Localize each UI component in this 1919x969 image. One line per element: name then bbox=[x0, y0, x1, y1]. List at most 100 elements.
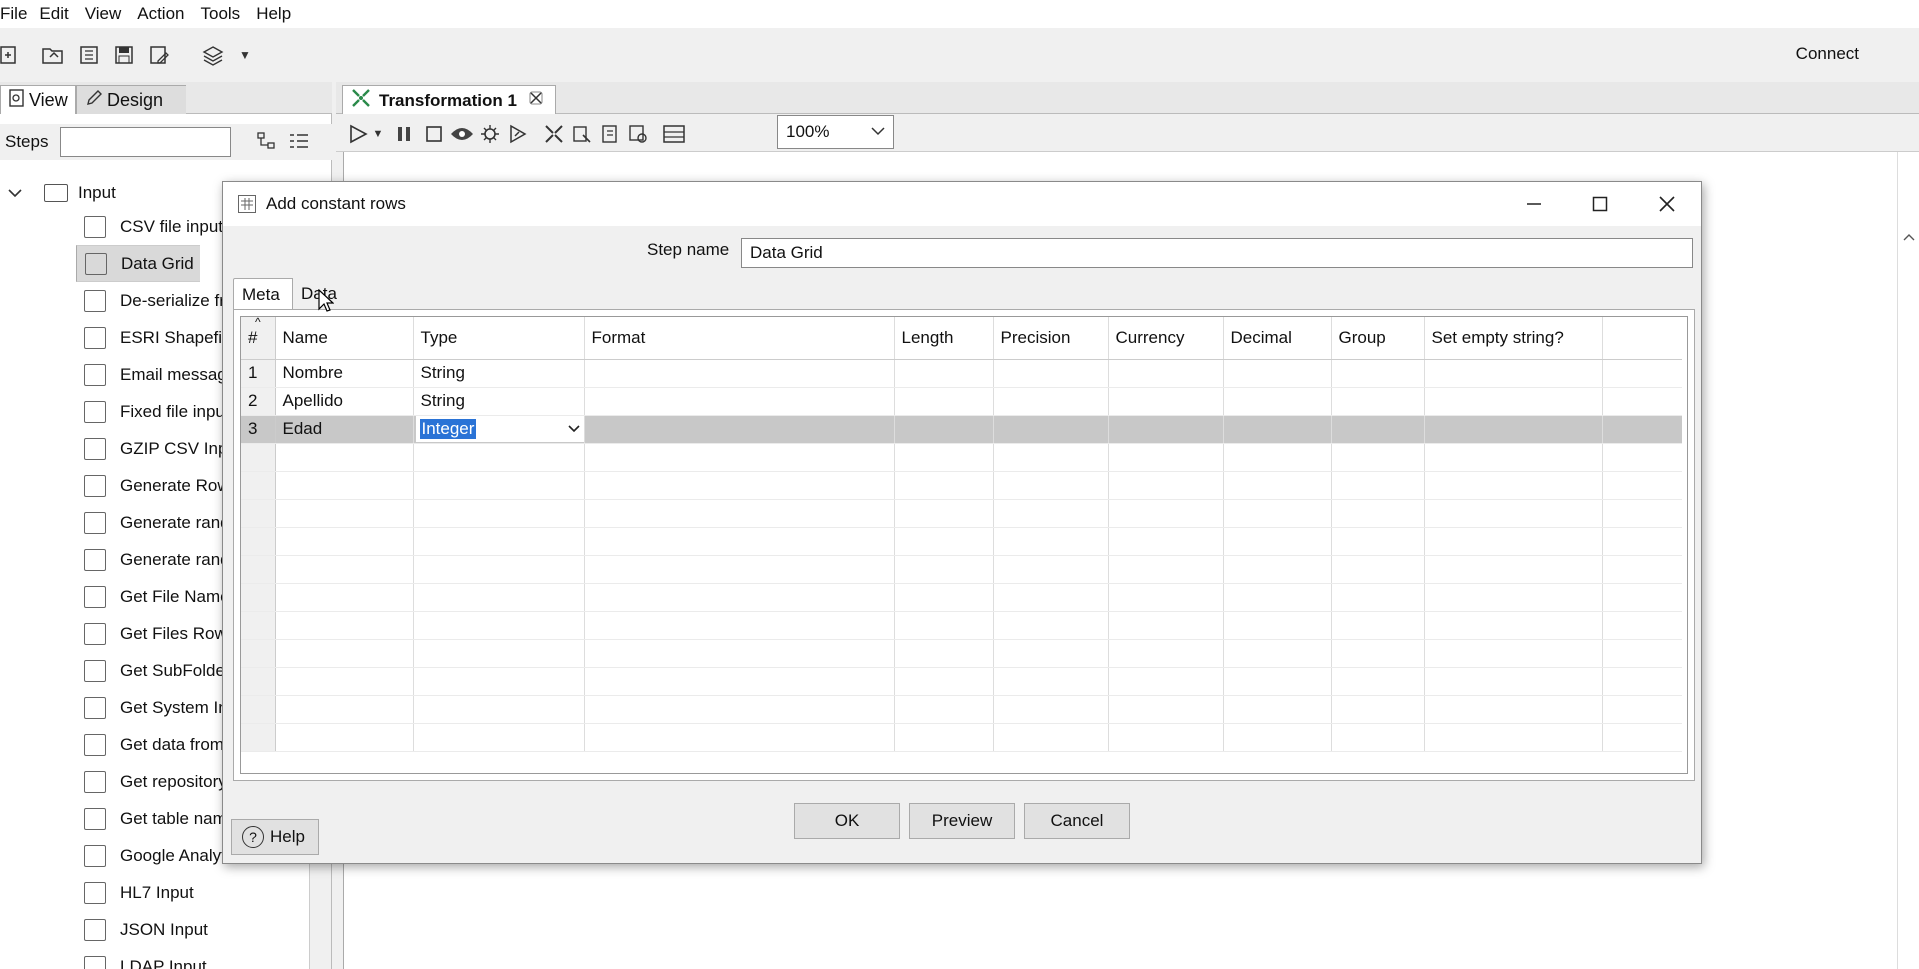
type-select[interactable]: Integer bbox=[415, 416, 584, 442]
field-cell[interactable] bbox=[894, 359, 994, 388]
minimize-icon[interactable] bbox=[1514, 190, 1554, 218]
field-cell[interactable] bbox=[1424, 359, 1603, 388]
field-cell[interactable] bbox=[1223, 611, 1332, 640]
row-number-cell[interactable] bbox=[241, 443, 276, 472]
field-cell[interactable] bbox=[584, 471, 895, 500]
pause-icon[interactable] bbox=[392, 122, 416, 146]
field-cell[interactable] bbox=[1223, 527, 1332, 556]
field-cell[interactable] bbox=[1331, 583, 1425, 612]
type-cell[interactable] bbox=[413, 555, 585, 584]
table-row[interactable] bbox=[241, 667, 1682, 696]
steps-search-input[interactable] bbox=[60, 127, 231, 157]
replay-icon[interactable] bbox=[506, 122, 530, 146]
column-header-currency[interactable]: Currency bbox=[1108, 317, 1224, 360]
step-item[interactable]: Google Analytics bbox=[0, 837, 222, 874]
field-cell[interactable] bbox=[584, 639, 895, 668]
field-cell[interactable] bbox=[1424, 583, 1603, 612]
field-cell[interactable] bbox=[1602, 723, 1682, 752]
row-number-cell[interactable] bbox=[241, 695, 276, 724]
field-cell[interactable] bbox=[584, 387, 895, 416]
row-number-cell[interactable] bbox=[241, 555, 276, 584]
step-name-input[interactable]: Data Grid bbox=[741, 238, 1693, 268]
table-row[interactable] bbox=[241, 555, 1682, 584]
field-cell[interactable] bbox=[584, 527, 895, 556]
step-item[interactable]: Get System Info bbox=[0, 689, 222, 726]
row-number-cell[interactable] bbox=[241, 723, 276, 752]
tab-meta[interactable]: Meta bbox=[233, 278, 293, 310]
name-cell[interactable] bbox=[275, 555, 414, 584]
type-cell[interactable] bbox=[413, 695, 585, 724]
step-item[interactable]: Get table names bbox=[0, 800, 222, 837]
field-cell[interactable] bbox=[1108, 695, 1224, 724]
column-header-group[interactable]: Group bbox=[1331, 317, 1425, 360]
field-cell[interactable] bbox=[1223, 443, 1332, 472]
field-cell[interactable] bbox=[1602, 359, 1682, 388]
table-row[interactable]: 3 Edad Integer bbox=[241, 415, 1682, 444]
field-cell[interactable] bbox=[894, 499, 994, 528]
menu-tools[interactable]: Tools bbox=[201, 4, 251, 24]
step-item[interactable]: Fixed file input bbox=[0, 393, 222, 430]
field-cell[interactable] bbox=[1602, 695, 1682, 724]
column-header-set-empty-string[interactable]: Set empty string? bbox=[1424, 317, 1603, 360]
row-number-cell[interactable] bbox=[241, 527, 276, 556]
field-cell[interactable] bbox=[1602, 415, 1682, 444]
field-cell[interactable] bbox=[894, 527, 994, 556]
field-cell[interactable] bbox=[1108, 471, 1224, 500]
scroll-up-icon[interactable] bbox=[1903, 230, 1915, 244]
verify-icon[interactable] bbox=[542, 122, 566, 146]
show-results-icon[interactable] bbox=[662, 122, 686, 146]
field-cell[interactable] bbox=[1223, 723, 1332, 752]
field-cell[interactable] bbox=[894, 583, 994, 612]
zoom-select[interactable]: 100% bbox=[777, 115, 894, 149]
row-number-cell[interactable] bbox=[241, 667, 276, 696]
field-cell[interactable] bbox=[894, 387, 994, 416]
close-icon[interactable] bbox=[1647, 190, 1687, 218]
type-cell[interactable] bbox=[413, 499, 585, 528]
field-cell[interactable] bbox=[1108, 527, 1224, 556]
step-item[interactable]: HL7 Input bbox=[0, 874, 222, 911]
name-cell[interactable] bbox=[275, 695, 414, 724]
open-folder-icon[interactable] bbox=[40, 42, 66, 68]
row-number-cell[interactable]: 2 bbox=[241, 387, 276, 416]
field-cell[interactable] bbox=[1331, 415, 1425, 444]
field-cell[interactable] bbox=[993, 415, 1109, 444]
field-cell[interactable] bbox=[1602, 611, 1682, 640]
field-cell[interactable] bbox=[584, 499, 895, 528]
field-cell[interactable] bbox=[1223, 471, 1332, 500]
field-cell[interactable] bbox=[894, 443, 994, 472]
table-row[interactable]: 1 Nombre String bbox=[241, 359, 1682, 388]
type-cell[interactable] bbox=[413, 527, 585, 556]
menu-edit[interactable]: Edit bbox=[39, 4, 78, 24]
field-cell[interactable] bbox=[1223, 583, 1332, 612]
name-cell[interactable]: Nombre bbox=[275, 359, 414, 388]
field-cell[interactable] bbox=[1223, 415, 1332, 444]
field-cell[interactable] bbox=[1223, 499, 1332, 528]
field-cell[interactable] bbox=[894, 667, 994, 696]
row-number-cell[interactable] bbox=[241, 471, 276, 500]
field-cell[interactable] bbox=[1108, 723, 1224, 752]
field-cell[interactable] bbox=[1424, 667, 1603, 696]
menu-action[interactable]: Action bbox=[137, 4, 194, 24]
field-cell[interactable] bbox=[993, 583, 1109, 612]
name-cell[interactable] bbox=[275, 471, 414, 500]
field-cell[interactable] bbox=[1602, 443, 1682, 472]
menu-file[interactable]: File bbox=[0, 4, 37, 24]
step-item[interactable]: De-serialize from file bbox=[0, 282, 222, 319]
name-cell[interactable] bbox=[275, 667, 414, 696]
database-explore-icon[interactable] bbox=[626, 122, 650, 146]
field-cell[interactable] bbox=[1223, 555, 1332, 584]
type-cell[interactable] bbox=[413, 443, 585, 472]
field-cell[interactable] bbox=[584, 723, 895, 752]
name-cell[interactable] bbox=[275, 499, 414, 528]
column-header-format[interactable]: Format bbox=[584, 317, 895, 360]
field-cell[interactable] bbox=[1331, 695, 1425, 724]
field-cell[interactable] bbox=[1331, 723, 1425, 752]
field-cell[interactable] bbox=[1223, 359, 1332, 388]
stop-icon[interactable] bbox=[422, 122, 446, 146]
menu-help[interactable]: Help bbox=[256, 4, 301, 24]
table-row[interactable] bbox=[241, 443, 1682, 472]
field-cell[interactable] bbox=[993, 387, 1109, 416]
column-header-name[interactable]: Name bbox=[275, 317, 414, 360]
field-cell[interactable] bbox=[1331, 555, 1425, 584]
name-cell[interactable] bbox=[275, 527, 414, 556]
